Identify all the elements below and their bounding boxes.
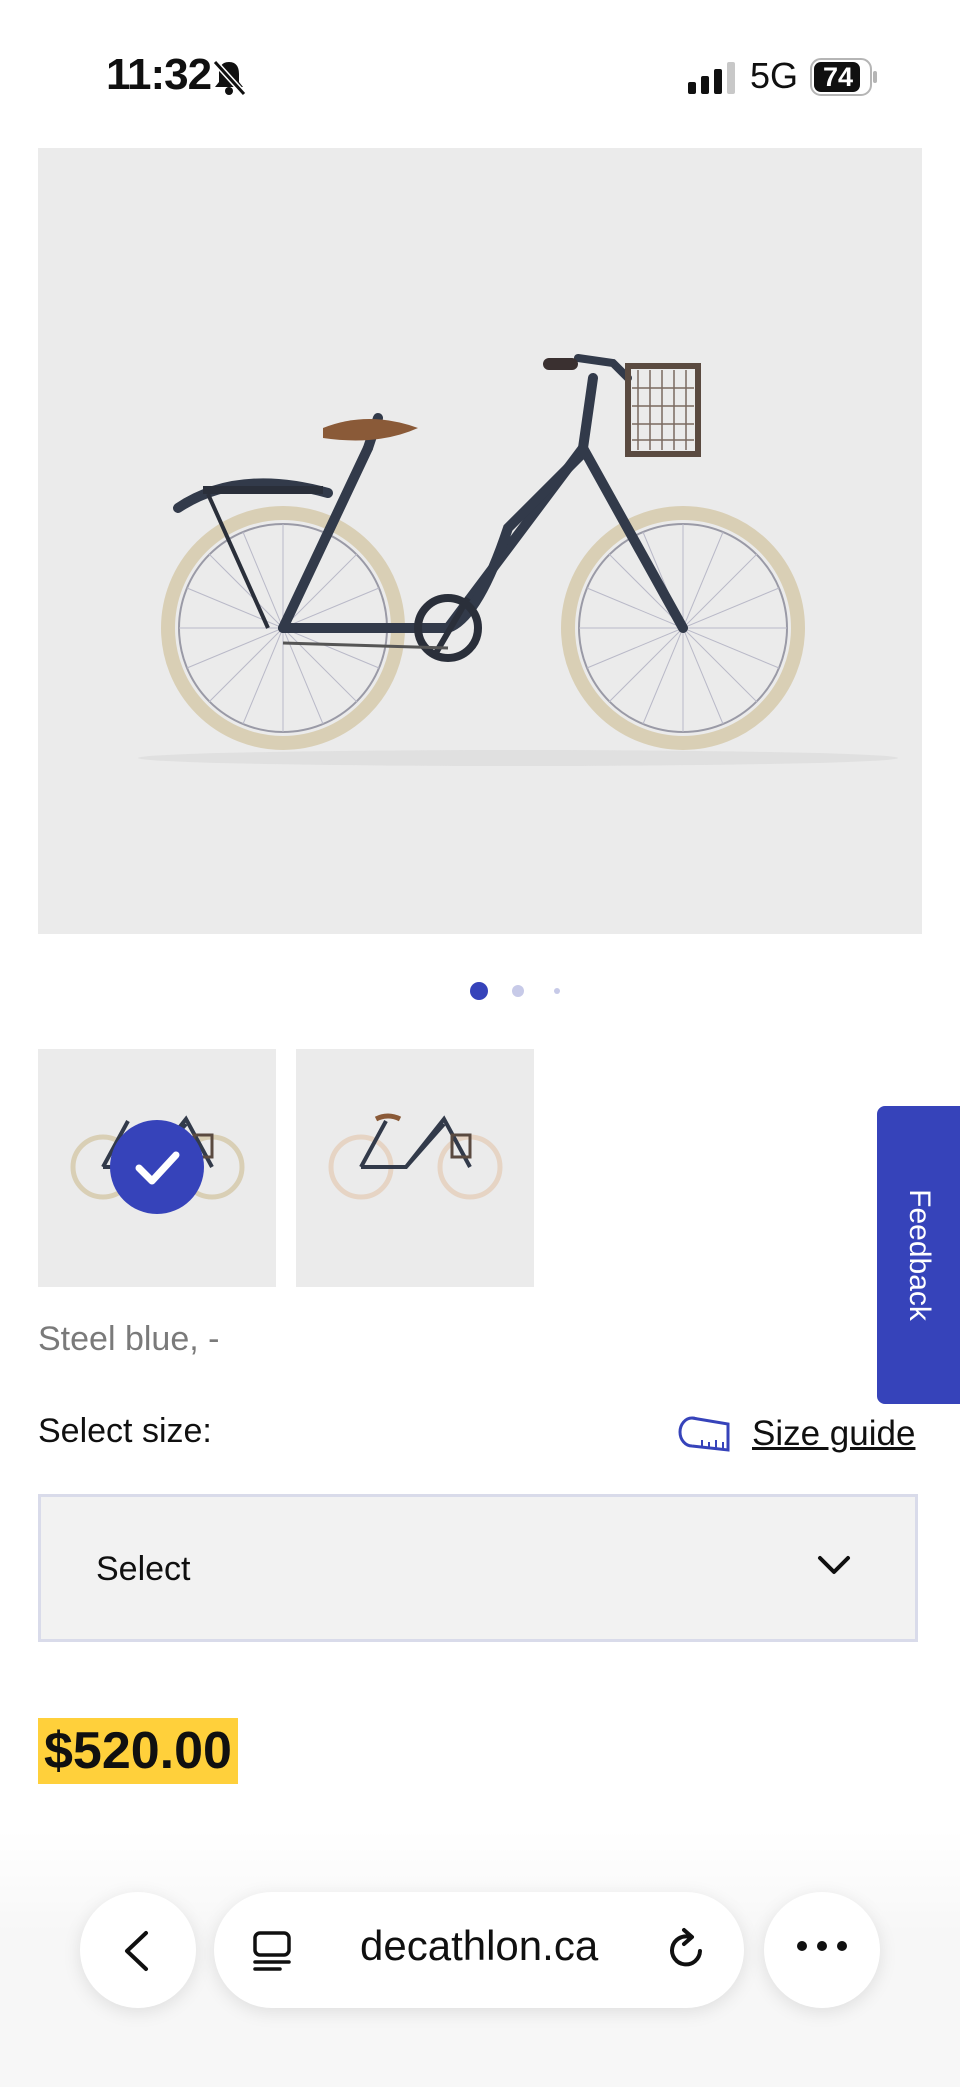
product-price: $520.00 [38,1718,238,1784]
network-label: 5G [750,55,799,96]
bicycle-illustration [138,354,898,766]
select-size-label: Select size: [38,1412,212,1450]
tape-measure-icon[interactable] [678,1416,732,1452]
bell-slash-icon [212,59,247,97]
tabs-icon[interactable] [252,1930,292,1972]
size-guide-link[interactable]: Size guide [752,1414,915,1454]
more-icon [797,1941,847,1951]
battery-icon: 74 [810,58,878,96]
browser-url-text[interactable]: decathlon.ca [360,1922,598,1970]
status-time: 11:32 [106,50,212,99]
carousel-dot[interactable] [554,988,560,994]
bicycle-thumbnail-image [328,1113,503,1200]
back-icon [125,1931,148,1971]
carousel-dot[interactable] [512,985,524,997]
size-select-value: Select [96,1550,191,1588]
selected-checkmark [110,1120,204,1214]
carousel-indicator [0,980,960,1004]
chevron-down-icon [818,1556,850,1574]
color-variant-label: Steel blue, - [38,1320,220,1358]
battery-level: 74 [822,62,854,92]
product-main-image[interactable] [38,148,922,934]
thumbnail-alt-view[interactable] [296,1049,534,1287]
checkmark-icon [135,1151,180,1185]
carousel-dot-active[interactable] [470,982,488,1000]
signal-icon [688,62,735,94]
feedback-tab-label: Feedback [902,1189,936,1321]
reload-icon[interactable] [664,1926,708,1972]
feedback-tab-label-wrap[interactable]: Feedback [877,1106,960,1404]
